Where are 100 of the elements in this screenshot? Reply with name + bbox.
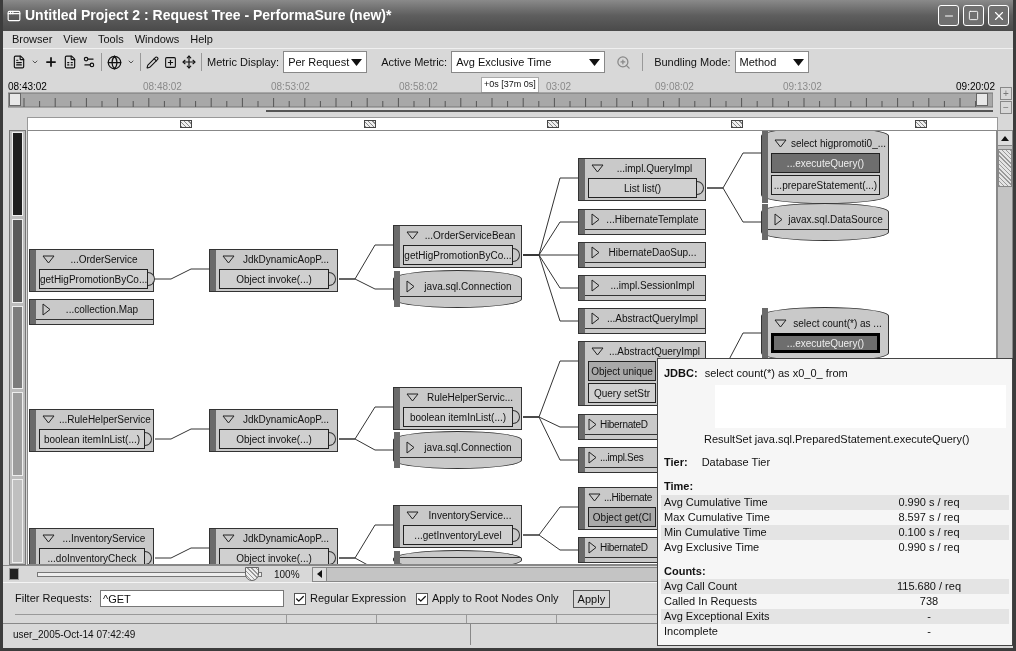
method-row[interactable]: Object get(Cl xyxy=(588,507,656,527)
triangle-right-icon[interactable] xyxy=(591,246,600,259)
apply-button[interactable]: Apply xyxy=(572,589,611,608)
triangle-down-icon[interactable] xyxy=(406,231,419,240)
globe-icon[interactable] xyxy=(107,54,122,70)
class-node[interactable]: JdkDynamicAopP... Object invoke(...) xyxy=(209,528,338,564)
method-row[interactable]: ...executeQuery() xyxy=(771,153,880,173)
triangle-down-icon[interactable] xyxy=(222,415,235,424)
database-node[interactable]: java.sql.Connection xyxy=(393,270,522,308)
range-start-handle[interactable] xyxy=(9,93,21,106)
method-row[interactable]: ...getInventoryLevel xyxy=(403,525,513,545)
checkbox[interactable] xyxy=(416,592,429,605)
triangle-right-icon[interactable] xyxy=(42,303,51,316)
report-icon[interactable] xyxy=(63,55,77,69)
database-node[interactable]: java.sql.Connection xyxy=(393,431,522,469)
close-button[interactable] xyxy=(988,5,1009,26)
add-box-icon[interactable] xyxy=(164,55,177,69)
method-row[interactable]: Query setStr xyxy=(588,383,656,403)
method-row[interactable]: Object unique xyxy=(588,361,656,381)
move-icon[interactable] xyxy=(182,55,196,69)
class-node[interactable]: ...impl.SessionImpl xyxy=(578,275,706,301)
database-node[interactable] xyxy=(393,550,522,564)
triangle-right-icon[interactable] xyxy=(406,280,415,293)
minimize-button[interactable] xyxy=(938,5,959,26)
marker-icon[interactable] xyxy=(547,120,559,128)
marker-icon[interactable] xyxy=(180,120,192,128)
metric-display-dropdown[interactable]: Per Request xyxy=(283,51,368,73)
caret-icon[interactable] xyxy=(127,58,135,66)
pencil-icon[interactable] xyxy=(146,55,159,69)
class-node[interactable]: ...impl.Ses xyxy=(578,447,658,473)
new-document-icon[interactable] xyxy=(12,55,26,69)
triangle-right-icon[interactable] xyxy=(591,213,600,226)
plus-icon[interactable] xyxy=(44,55,58,69)
overview-icon[interactable] xyxy=(9,568,19,580)
class-node[interactable]: ...Hibernate Object get(Cl xyxy=(578,487,658,530)
method-row[interactable]: List list() xyxy=(588,178,697,198)
menu-item[interactable]: Windows xyxy=(134,31,180,48)
scroll-thumb[interactable] xyxy=(998,149,1012,187)
class-node[interactable]: HibernateDaoSup... xyxy=(578,242,706,268)
method-row[interactable]: getHigPromotionByCo... xyxy=(403,245,513,265)
class-node[interactable]: ...impl.QueryImpl List list() xyxy=(578,158,706,201)
properties-icon[interactable] xyxy=(82,55,96,69)
method-row[interactable]: ...executeQuery() xyxy=(771,333,880,353)
method-row[interactable]: ...doInventoryCheck xyxy=(39,548,145,564)
triangle-right-icon[interactable] xyxy=(588,418,597,431)
method-row[interactable]: boolean itemInList(...) xyxy=(403,407,513,427)
method-row[interactable]: boolean itemInList(...) xyxy=(39,429,145,449)
marker-icon[interactable] xyxy=(915,120,927,128)
class-node[interactable]: ...HibernateTemplate xyxy=(578,209,706,235)
class-node[interactable]: JdkDynamicAopP... Object invoke(...) xyxy=(209,409,338,452)
triangle-down-icon[interactable] xyxy=(42,534,55,543)
method-row[interactable]: Object invoke(...) xyxy=(219,429,329,449)
class-node[interactable]: ...OrderServiceBean getHigPromotionByCo... xyxy=(393,225,522,268)
checkbox[interactable] xyxy=(294,592,307,605)
maximize-button[interactable] xyxy=(963,5,984,26)
bundling-mode-dropdown[interactable]: Method xyxy=(734,51,809,73)
caret-icon[interactable] xyxy=(31,58,39,66)
menu-item[interactable]: View xyxy=(63,31,87,48)
triangle-down-icon[interactable] xyxy=(774,319,787,328)
range-end-handle[interactable] xyxy=(976,93,988,106)
triangle-down-icon[interactable] xyxy=(42,415,55,424)
marker-icon[interactable] xyxy=(731,120,743,128)
triangle-down-icon[interactable] xyxy=(406,511,419,520)
class-node[interactable]: HibernateD xyxy=(578,414,658,440)
method-row[interactable]: getHigPromotionByCo... xyxy=(39,269,149,289)
database-node[interactable]: javax.sql.DataSource xyxy=(761,203,889,241)
active-metric-dropdown[interactable]: Avg Exclusive Time xyxy=(451,51,606,73)
class-node[interactable]: ...collection.Map xyxy=(29,299,154,325)
triangle-down-icon[interactable] xyxy=(588,493,601,502)
menu-item[interactable]: Help xyxy=(190,31,213,48)
triangle-right-icon[interactable] xyxy=(591,279,600,292)
triangle-down-icon[interactable] xyxy=(591,164,604,173)
timeline-ruler[interactable] xyxy=(8,91,993,113)
triangle-down-icon[interactable] xyxy=(222,534,235,543)
class-node[interactable]: ...AbstractQueryImpl xyxy=(578,308,706,334)
class-node[interactable]: JdkDynamicAopP... Object invoke(...) xyxy=(209,249,338,292)
scroll-left-icon[interactable] xyxy=(316,570,322,578)
menu-item[interactable]: Tools xyxy=(98,31,124,48)
database-node[interactable]: select higpromoti0_... ...executeQuery() ...prepareStatement(...) xyxy=(761,131,889,204)
triangle-down-icon[interactable] xyxy=(591,347,604,356)
method-row[interactable]: Object invoke(...) xyxy=(219,269,329,289)
triangle-right-icon[interactable] xyxy=(588,541,597,554)
filter-input[interactable]: ^GET xyxy=(100,590,285,607)
triangle-right-icon[interactable] xyxy=(406,441,415,454)
marker-icon[interactable] xyxy=(364,120,376,128)
class-node[interactable]: HibernateD xyxy=(578,537,658,563)
triangle-right-icon[interactable] xyxy=(591,312,600,325)
triangle-down-icon[interactable] xyxy=(406,393,419,402)
triangle-right-icon[interactable] xyxy=(774,213,783,226)
class-node[interactable]: RuleHelperServic... boolean itemInList(...) xyxy=(393,387,522,430)
class-node[interactable]: ...OrderService getHigPromotionByCo... xyxy=(29,249,154,292)
triangle-down-icon[interactable] xyxy=(222,255,235,264)
class-node[interactable]: InventoryService... ...getInventoryLevel xyxy=(393,505,522,548)
method-row[interactable]: Object invoke(...) xyxy=(219,548,329,564)
menu-item[interactable]: Browser xyxy=(12,31,53,48)
method-row[interactable]: ...prepareStatement(...) xyxy=(771,175,880,195)
scroll-up-icon[interactable] xyxy=(1001,135,1009,141)
triangle-down-icon[interactable] xyxy=(42,255,55,264)
zoom-slider-thumb[interactable] xyxy=(245,566,260,581)
triangle-right-icon[interactable] xyxy=(588,451,597,464)
